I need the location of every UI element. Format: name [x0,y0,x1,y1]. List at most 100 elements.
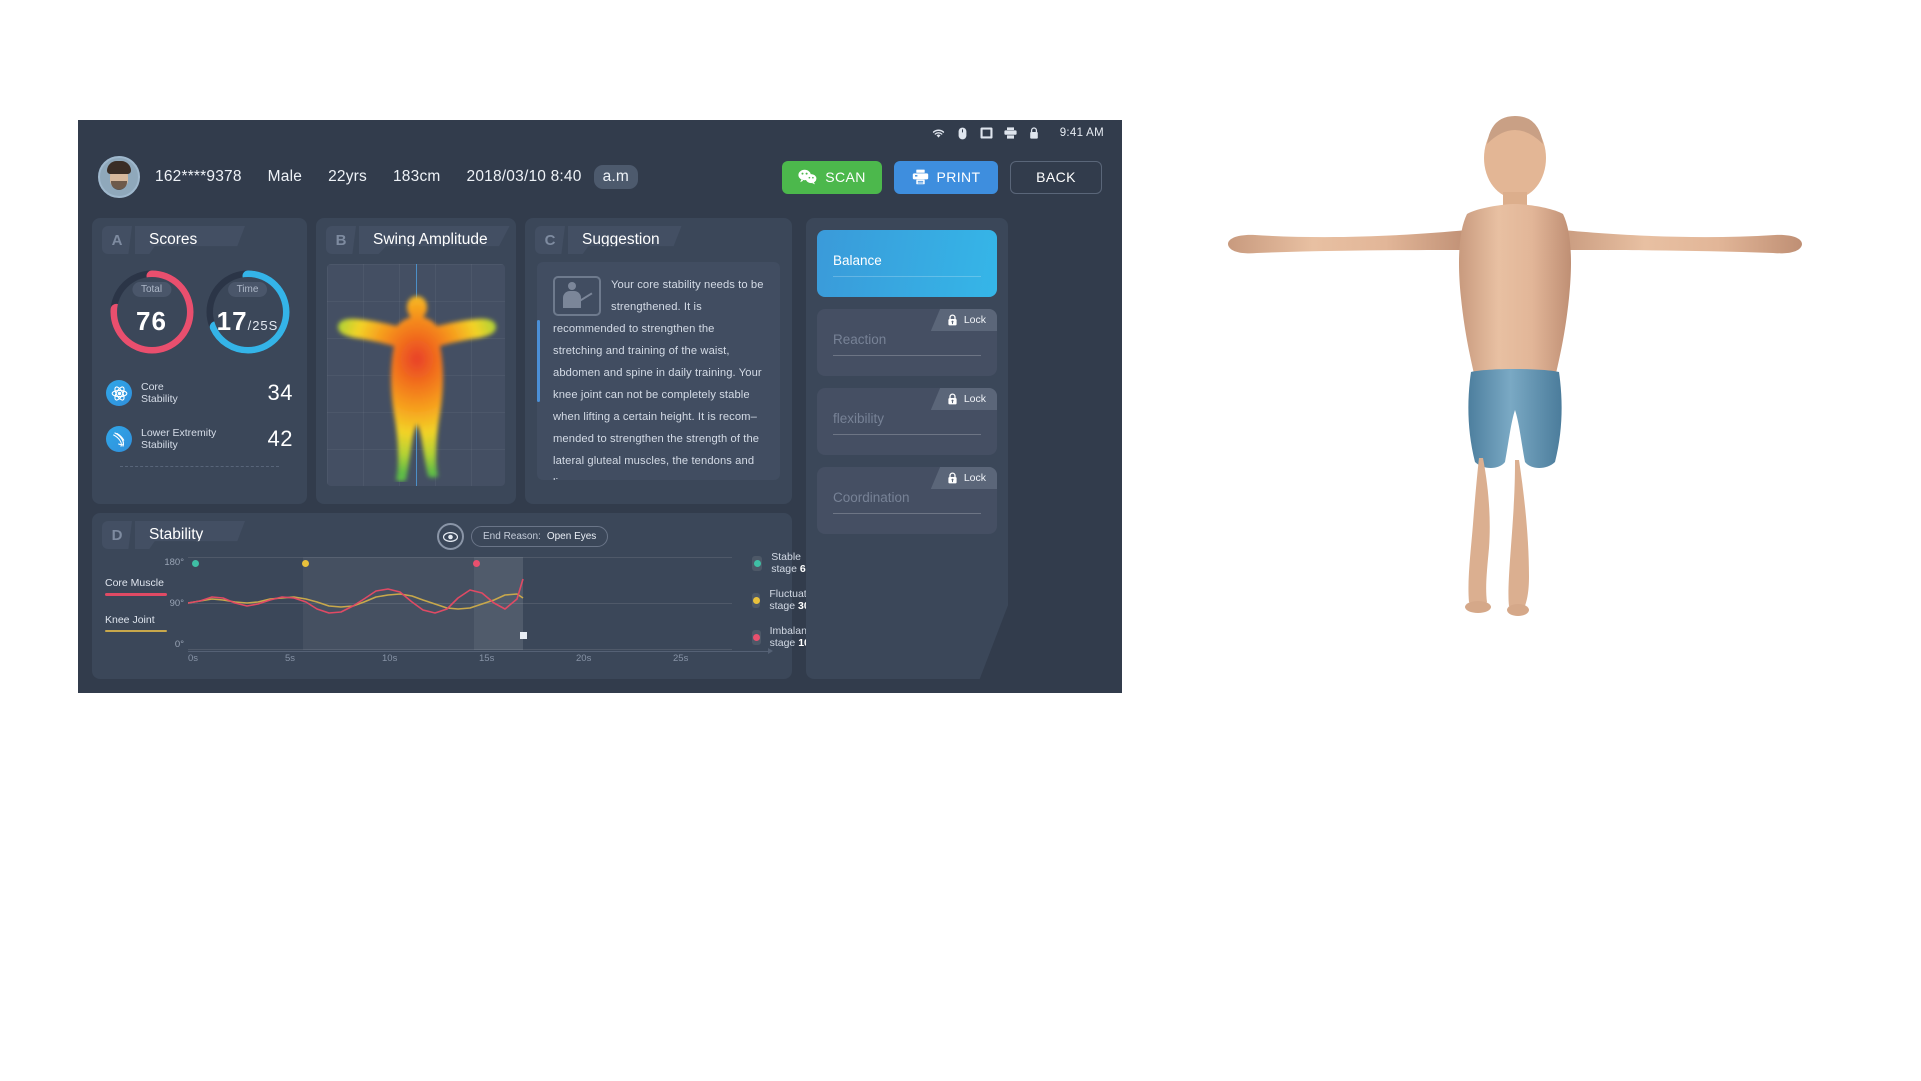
printer-icon [1003,126,1018,141]
sidebar-item-balance-label: Balance [833,253,882,268]
lock-icon [948,314,957,326]
metric-core-stability: Core Stability 34 [106,374,293,412]
x-axis-line [188,651,770,652]
user-height: 183cm [392,168,441,185]
lock-icon [948,393,957,405]
series-knee-joint-label: Knee Joint [105,613,155,626]
printer-glyph-icon [912,169,929,185]
back-button[interactable]: BACK [1010,160,1102,194]
suggestion-text-box[interactable]: Your core stability needs to be strength… [537,262,780,480]
lock-badge-coordination-label: Lock [963,472,986,484]
tablet-device-frame: 9:41 AM 162****9378 Male 22yrs 183cm 201… [78,120,1122,693]
lock-badge-flexibility: Lock [930,388,997,410]
y-tick-90: 90° [169,598,184,609]
sidebar-item-balance[interactable]: Balance [817,230,997,297]
avatar [98,156,140,198]
sidebar-item-flexibility-label: flexibility [833,411,885,426]
suggestion-panel: C Suggestion Your core stability needs t… [525,218,792,504]
sidebar-underline [833,434,981,435]
lock-icon [948,472,957,484]
total-ring-label: Total [131,282,172,297]
time-ring-value: 17/25S [202,306,294,337]
x-tick-0s: 0s [188,653,199,664]
lock-badge-reaction: Lock [930,309,997,331]
y-axis-labels: 180° 90° 0° [160,557,184,650]
total-ring-value: 76 [136,306,167,336]
knee-joint-line [188,593,524,610]
y-tick-180: 180° [164,557,184,568]
stability-panel: D Stability End Reason: Open Eyes Core M… [92,513,821,679]
series-core-muscle-swatch [105,593,167,596]
total-score-ring: Total 76 [106,266,198,358]
left-column: A Scores Total 76 Time 17/25S Core Stabi… [92,218,821,679]
swing-section-header: B Swing Amplitude [326,226,516,256]
stage-marker-fluctuation [302,560,309,567]
x-tick-25s: 25s [673,653,689,664]
stability-section-title: Stability [135,521,245,549]
status-bar: 9:41 AM [78,120,1122,146]
top-row: A Scores Total 76 Time 17/25S Core Stabi… [92,218,792,504]
suggestion-section-title: Suggestion [568,226,682,254]
sidebar-item-reaction-label: Reaction [833,332,887,347]
score-metrics: Core Stability 34 Lower Extremity Stabil… [106,374,293,467]
back-button-label: BACK [1036,169,1076,185]
atom-icon [106,380,132,406]
end-reason: End Reason: Open Eyes [437,523,609,550]
main-content: A Scores Total 76 Time 17/25S Core Stabi… [78,208,1122,693]
divider [120,466,279,467]
sidebar-underline [833,513,981,514]
sidebar-item-reaction[interactable]: Lock Reaction [817,309,997,376]
metric-lower-extremity-value: 42 [267,426,293,451]
scan-button[interactable]: SCAN [782,160,882,194]
swing-section-title: Swing Amplitude [359,226,510,254]
sidebar-item-coordination-label: Coordination [833,490,910,505]
time-ring-number: 17 [216,306,248,336]
time-ring-label: Time [227,282,268,297]
end-reason-value: Open Eyes [546,531,597,542]
sidebar-underline [833,355,981,356]
sidebar-item-coordination[interactable]: Lock Coordination [817,467,997,534]
header-actions: SCAN PRINT BACK [782,160,1102,194]
metric-core-stability-label: Core Stability [141,381,178,405]
sidebar-underline [833,276,981,277]
display-icon [979,126,994,141]
metric-lower-extremity-label: Lower Extremity Stability [141,427,217,451]
stability-section-letter: D [102,521,132,549]
presenter-icon [553,276,601,316]
print-button-label: PRINT [936,169,981,185]
print-button[interactable]: PRINT [894,160,998,194]
x-tick-10s: 10s [382,653,398,664]
end-marker [520,632,527,639]
lock-badge-coordination: Lock [930,467,997,489]
eye-icon [437,523,464,550]
series-core-muscle-label: Core Muscle [105,577,164,589]
stage-marker-stable [192,560,199,567]
session-datetime: 2018/03/10 8:40 [466,168,582,185]
wechat-icon [798,169,817,185]
test-mode-sidebar: Balance Lock Reaction Lock flexibility L… [806,218,1008,679]
scores-section-header: A Scores [102,226,307,256]
stability-series-lines [188,578,524,614]
legend-swatch-imbalance [752,629,761,645]
time-ring-unit: /25S [247,318,279,333]
legend-swatch-fluctuation [752,592,761,608]
x-tick-5s: 5s [285,653,296,664]
sidebar-item-flexibility[interactable]: Lock flexibility [817,388,997,455]
muscle-icon [106,426,132,452]
end-reason-pill: End Reason: Open Eyes [471,526,609,547]
body-heatmap-icon [327,272,505,482]
x-tick-20s: 20s [576,653,592,664]
scan-button-label: SCAN [825,169,866,185]
time-ring: Time 17/25S [202,266,294,358]
series-key: Core Muscle Knee Joint [105,577,167,650]
user-gender: Male [267,168,303,185]
scores-panel: A Scores Total 76 Time 17/25S Core Stabi… [92,218,307,504]
swing-heatmap [327,264,505,486]
user-id: 162****9378 [155,168,242,185]
swing-amplitude-panel: B Swing Amplitude [316,218,516,504]
metric-core-stability-value: 34 [267,380,293,405]
y-tick-0: 0° [174,639,184,650]
scores-section-letter: A [102,226,132,254]
standing-person-photo [1215,110,1815,710]
stability-plot-area [188,557,732,650]
